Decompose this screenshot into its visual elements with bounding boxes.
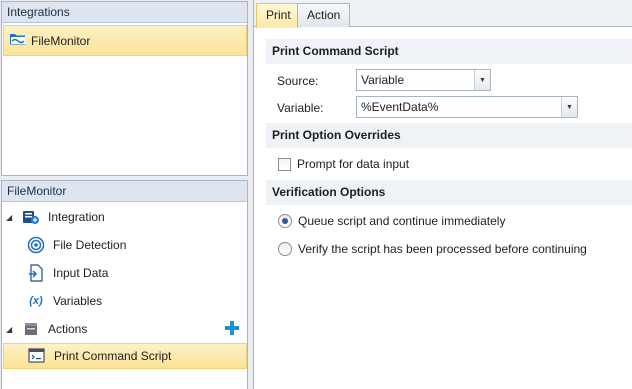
source-label: Source: xyxy=(277,74,319,88)
actions-icon xyxy=(22,320,40,338)
chevron-down-icon[interactable]: ▼ xyxy=(474,70,490,90)
integration-icon xyxy=(22,208,40,226)
section-verification-options: Verification Options xyxy=(266,180,632,205)
plus-icon[interactable] xyxy=(225,321,239,335)
prompt-for-data-input-option[interactable]: Prompt for data input xyxy=(278,157,409,171)
chevron-down-icon[interactable]: ▼ xyxy=(561,97,577,117)
source-dropdown[interactable]: Variable ▼ xyxy=(356,69,491,91)
tree-node-input-data[interactable]: Input Data xyxy=(2,260,247,286)
tree-node-variables-label: Variables xyxy=(53,294,103,308)
input-data-icon xyxy=(27,264,45,282)
tree-node-file-detection-label: File Detection xyxy=(53,238,127,252)
queue-script-option[interactable]: Queue script and continue immediately xyxy=(278,214,505,228)
file-detection-icon xyxy=(27,236,45,254)
tree-node-actions-label: Actions xyxy=(48,322,88,336)
queue-script-radio[interactable] xyxy=(278,214,292,228)
expand-arrow-icon[interactable]: ◢ xyxy=(6,325,16,334)
tree-panel: FileMonitor ◢ Integration File Detection… xyxy=(1,180,248,389)
tree-panel-header: FileMonitor xyxy=(2,181,247,202)
tree-node-file-detection[interactable]: File Detection xyxy=(2,232,247,258)
tab-print[interactable]: Print xyxy=(256,3,301,28)
integration-item-filemonitor[interactable]: FileMonitor xyxy=(3,25,247,56)
variable-dropdown-value: %EventData% xyxy=(361,100,439,114)
tree-node-input-data-label: Input Data xyxy=(53,266,109,280)
section-print-command-script: Print Command Script xyxy=(266,39,632,64)
radio-selected-dot xyxy=(282,218,288,224)
variable-dropdown[interactable]: %EventData% ▼ xyxy=(356,96,578,118)
tab-action[interactable]: Action xyxy=(297,3,351,27)
expand-arrow-icon[interactable]: ◢ xyxy=(6,213,16,222)
tab-bar: Print Action xyxy=(254,0,632,28)
integrations-panel-header: Integrations xyxy=(2,2,247,23)
tree-node-actions[interactable]: ◢ Actions xyxy=(2,316,247,342)
integration-item-label: FileMonitor xyxy=(31,33,91,48)
queue-script-label: Queue script and continue immediately xyxy=(298,214,506,228)
source-dropdown-value: Variable xyxy=(361,73,405,87)
variables-icon: (x) xyxy=(29,295,43,307)
verify-script-label: Verify the script has been processed bef… xyxy=(298,242,587,256)
section-print-option-overrides: Print Option Overrides xyxy=(266,123,632,148)
details-pane: Print Action Print Command Script Source… xyxy=(254,0,632,389)
verify-script-radio[interactable] xyxy=(278,242,292,256)
tree-node-print-command-script[interactable]: Print Command Script xyxy=(3,343,247,369)
verify-script-option[interactable]: Verify the script has been processed bef… xyxy=(278,242,587,256)
variable-label: Variable: xyxy=(277,101,324,115)
tree-node-print-command-script-label: Print Command Script xyxy=(54,349,172,363)
tree-node-integration-label: Integration xyxy=(48,210,105,224)
left-column: Integrations FileMonitor FileMonitor ◢ I… xyxy=(0,0,250,389)
integrations-panel: Integrations FileMonitor xyxy=(1,1,248,176)
folder-monitor-icon xyxy=(9,31,27,50)
print-script-icon xyxy=(28,347,46,365)
prompt-for-data-input-label: Prompt for data input xyxy=(297,157,410,171)
tree-node-integration[interactable]: ◢ Integration xyxy=(2,204,247,230)
tree-node-variables[interactable]: (x) Variables xyxy=(2,288,247,314)
prompt-for-data-input-checkbox[interactable] xyxy=(278,157,291,171)
